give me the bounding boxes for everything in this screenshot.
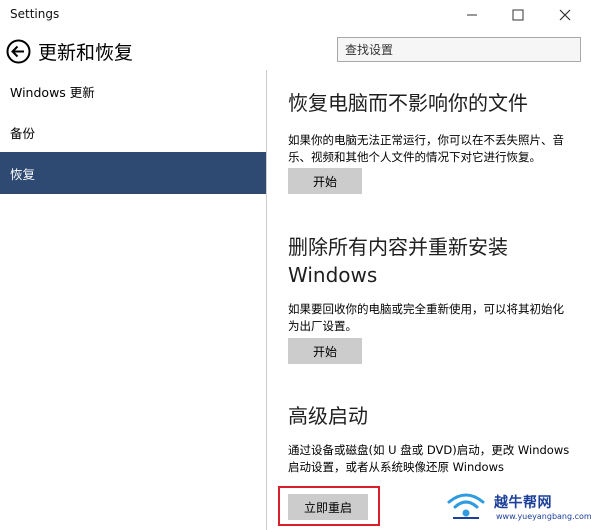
- search-input[interactable]: [338, 38, 580, 61]
- start-button-remove-everything[interactable]: 开始: [288, 338, 362, 364]
- maximize-button[interactable]: [500, 0, 536, 30]
- section-description: 如果要回收你的电脑或完全重新使用，可以将其初始化为出厂设置。: [288, 302, 564, 333]
- back-button[interactable]: [6, 39, 31, 64]
- title-bar: Settings: [0, 0, 591, 30]
- sidebar-item-backup[interactable]: 备份: [0, 111, 266, 153]
- back-arrow-icon: [6, 39, 31, 64]
- minimize-icon: [467, 14, 477, 16]
- sidebar-item-windows-update[interactable]: Windows 更新: [0, 70, 266, 112]
- watermark-title: 越牛帮网: [494, 495, 552, 511]
- sidebar-divider: [266, 70, 267, 530]
- section-description: 通过设备或磁盘(如 U 盘或 DVD)启动，更改 Windows 启动设置，或者…: [288, 443, 570, 474]
- maximize-icon: [512, 9, 524, 21]
- red-highlight-box: [278, 486, 380, 526]
- sidebar-item-label: 恢复: [10, 166, 36, 182]
- settings-window: Settings 更新和恢复 Windows: [0, 0, 591, 530]
- close-button[interactable]: [547, 0, 583, 30]
- section-description: 如果你的电脑无法正常运行，你可以在不丢失照片、音乐、视频和其他个人文件的情况下对…: [288, 133, 564, 164]
- sidebar-item-label: 备份: [10, 125, 36, 141]
- search-box[interactable]: [337, 37, 581, 62]
- start-button-keep-files[interactable]: 开始: [288, 168, 362, 194]
- watermark-url: www.yueyangbang.com: [496, 512, 591, 521]
- window-title: Settings: [10, 7, 60, 21]
- sidebar: Windows 更新 备份 恢复: [0, 70, 267, 530]
- sidebar-item-label: Windows 更新: [10, 84, 95, 100]
- close-icon: [559, 9, 571, 21]
- section-heading-advanced-startup: 高级启动: [288, 404, 368, 428]
- watermark-logo-icon: [447, 493, 485, 519]
- page-title: 更新和恢复: [38, 42, 134, 64]
- minimize-button[interactable]: [454, 0, 490, 30]
- section-heading-remove-everything: 删除所有内容并重新安装 Windows: [288, 235, 508, 287]
- sidebar-item-recovery[interactable]: 恢复: [0, 152, 266, 194]
- section-heading-reset-keep-files: 恢复电脑而不影响你的文件: [288, 91, 528, 115]
